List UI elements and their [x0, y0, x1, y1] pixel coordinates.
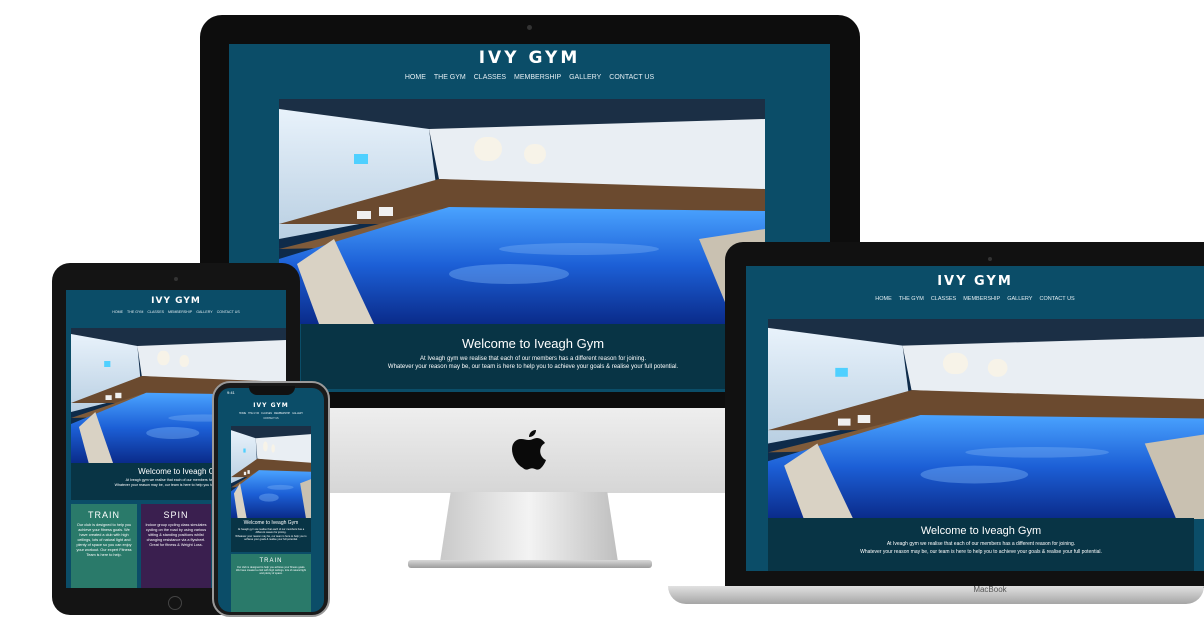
nav-home[interactable]: HOME	[112, 310, 123, 314]
nav-the-gym[interactable]: THE GYM	[899, 296, 924, 302]
imac-stand	[440, 492, 618, 562]
train-card[interactable]: TRAIN Our club is designed to help you a…	[231, 554, 311, 612]
welcome-section: Welcome to Iveagh Gym At Iveagh gym we r…	[768, 518, 1194, 571]
phone-notch	[249, 386, 295, 395]
pool-photo	[768, 319, 1204, 519]
welcome-title: Welcome to Iveagh Gym	[920, 525, 1042, 537]
nav-membership[interactable]: MEMBERSHIP	[963, 296, 1000, 302]
welcome-text-1: At Iveagh gym we realise that each of ou…	[886, 541, 1076, 547]
nav-the-gym[interactable]: THE GYM	[127, 310, 143, 314]
site-logo[interactable]: IVY GYM	[66, 290, 286, 306]
nav-home[interactable]: HOME	[239, 412, 246, 415]
laptop-brand: MacBook	[973, 585, 1007, 594]
hero-image	[768, 319, 1204, 519]
nav-contact-us[interactable]: CONTACT US	[263, 417, 278, 420]
imac-foot	[408, 560, 652, 568]
nav-the-gym[interactable]: THE GYM	[434, 74, 466, 81]
nav-contact-us[interactable]: CONTACT US	[609, 74, 654, 81]
train-card-title: TRAIN	[88, 510, 120, 520]
main-nav: HOME THE GYM CLASSES MEMBERSHIP GALLERY …	[746, 296, 1204, 302]
pool-photo	[279, 99, 765, 324]
main-nav: HOME THE GYM CLASSES MEMBERSHIP GALLERY …	[229, 74, 830, 81]
phone-screen: 9:41 IVY GYM HOME THE GYM CLASSES MEMBER…	[218, 388, 324, 612]
laptop-screen: IVY GYM HOME THE GYM CLASSES MEMBERSHIP …	[746, 266, 1204, 571]
train-card[interactable]: TRAIN Our club is designed to help you a…	[71, 504, 137, 588]
welcome-title: Welcome to Iveagh Gym	[461, 336, 605, 351]
nav-classes[interactable]: CLASSES	[474, 74, 506, 81]
site-logo[interactable]: IVY GYM	[229, 44, 830, 68]
nav-home[interactable]: HOME	[405, 74, 426, 81]
train-card-title: TRAIN	[259, 558, 283, 564]
nav-home[interactable]: HOME	[875, 296, 892, 302]
pool-photo	[231, 426, 311, 518]
welcome-text-2: Whatever your reason may be, our team is…	[387, 364, 679, 370]
apple-logo-icon	[512, 430, 546, 470]
nav-classes[interactable]: CLASSES	[261, 412, 272, 415]
welcome-section: Welcome to Iveagh Gym At Iveagh gym we r…	[231, 518, 311, 552]
main-nav: HOME THE GYM CLASSES MEMBERSHIP GALLERY …	[218, 412, 324, 420]
nav-the-gym[interactable]: THE GYM	[248, 412, 259, 415]
laptop-camera	[988, 257, 992, 261]
welcome-section: Welcome to Iveagh Gym At Iveagh gym we r…	[301, 324, 765, 389]
nav-classes[interactable]: CLASSES	[931, 296, 956, 302]
main-nav: HOME THE GYM CLASSES MEMBERSHIP GALLERY …	[66, 310, 286, 314]
nav-gallery[interactable]: GALLERY	[569, 74, 601, 81]
welcome-text-1: At Iveagh gym we realise that each of ou…	[419, 356, 646, 362]
hero-image	[279, 99, 765, 324]
spin-card-text: Indoor group cycling class simulates cyc…	[145, 523, 207, 547]
nav-contact-us[interactable]: CONTACT US	[217, 310, 240, 314]
site-logo[interactable]: IVY GYM	[746, 266, 1204, 289]
status-time: 9:41	[227, 390, 235, 395]
nav-gallery[interactable]: GALLERY	[292, 412, 303, 415]
nav-membership[interactable]: MEMBERSHIP	[274, 412, 290, 415]
tablet-camera	[174, 277, 178, 281]
nav-gallery[interactable]: GALLERY	[196, 310, 213, 314]
nav-gallery[interactable]: GALLERY	[1007, 296, 1032, 302]
welcome-text-2: Whatever your reason may be, our team is…	[235, 535, 307, 541]
nav-membership[interactable]: MEMBERSHIP	[168, 310, 192, 314]
spin-card[interactable]: SPIN Indoor group cycling class simulate…	[141, 504, 211, 588]
train-card-text: Our club is designed to help you achieve…	[76, 523, 132, 557]
laptop-base	[668, 586, 1204, 604]
welcome-text-1: At Iveagh gym we realise that each of ou…	[237, 528, 305, 534]
welcome-title: Welcome to Iveagh Gym	[243, 520, 299, 526]
nav-contact-us[interactable]: CONTACT US	[1039, 296, 1074, 302]
nav-classes[interactable]: CLASSES	[147, 310, 164, 314]
spin-card-title: SPIN	[163, 510, 189, 520]
imac-camera	[527, 25, 532, 30]
hero-image	[231, 426, 311, 518]
tablet-home-button	[168, 596, 182, 610]
welcome-text-2: Whatever your reason may be, our team is…	[860, 549, 1102, 555]
nav-membership[interactable]: MEMBERSHIP	[514, 74, 561, 81]
train-card-text: Our club is designed to help you achieve…	[235, 566, 307, 575]
